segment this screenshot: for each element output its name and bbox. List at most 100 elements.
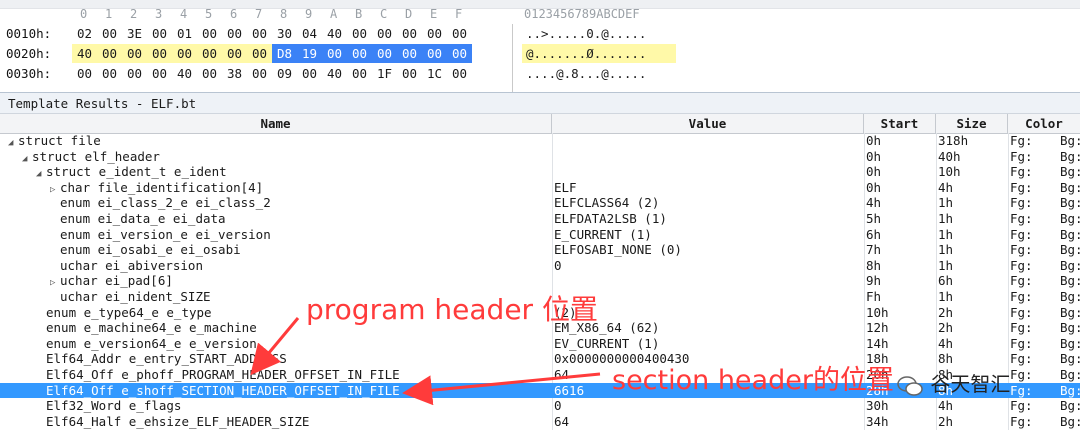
field-bg-color[interactable]: Bg: [1058,320,1080,336]
hex-byte[interactable]: 00 [222,24,247,43]
field-fg-color[interactable]: Fg: [1008,289,1058,305]
hex-byte[interactable]: 02 [72,24,97,43]
hex-bytes[interactable]: 02 00 3E 00 01 00 00 00 30 04 40 00 00 00 00 00 [72,24,472,43]
field-fg-color[interactable]: Fg: [1008,414,1058,430]
template-row[interactable]: enum ei_version_e ei_version E_CURRENT (1… [0,227,1080,243]
hex-byte[interactable]: 00 [447,64,472,83]
template-row[interactable]: Elf64_Addr e_entry_START_ADDRESS 0x000000… [0,351,1080,367]
hex-byte[interactable]: 00 [347,64,372,83]
hex-byte[interactable]: 40 [72,44,97,63]
field-bg-color[interactable]: Bg: [1058,242,1080,258]
hex-byte[interactable]: 00 [397,24,422,43]
hex-byte[interactable]: 00 [247,44,272,63]
field-bg-color[interactable]: Bg: [1058,164,1080,180]
field-fg-color[interactable]: Fg: [1008,227,1058,243]
hex-byte[interactable]: 00 [247,24,272,43]
field-bg-color[interactable]: Bg: [1058,133,1080,149]
hex-byte[interactable]: 00 [447,44,472,63]
hex-byte[interactable]: 1C [422,64,447,83]
field-bg-color[interactable]: Bg: [1058,414,1080,430]
hex-ascii[interactable]: ..>.....0.@..... [522,24,676,43]
hex-byte[interactable]: 00 [147,64,172,83]
hex-byte[interactable]: 00 [422,24,447,43]
hex-byte[interactable]: 1F [372,64,397,83]
field-bg-color[interactable]: Bg: [1058,289,1080,305]
expanded-arrow-icon[interactable]: ◢ [36,167,46,180]
field-fg-color[interactable]: Fg: [1008,305,1058,321]
hex-byte[interactable]: 00 [172,44,197,63]
template-row[interactable]: enum ei_data_e ei_data ELFDATA2LSB (1) 5h 1… [0,211,1080,227]
hex-byte[interactable]: 3E [122,24,147,43]
field-fg-color[interactable]: Fg: [1008,398,1058,414]
template-row[interactable]: Elf64_Half e_ehsize_ELF_HEADER_SIZE 64 34h… [0,414,1080,430]
field-fg-color[interactable]: Fg: [1008,320,1058,336]
hex-byte[interactable]: 00 [97,44,122,63]
hex-byte[interactable]: 00 [322,44,347,63]
hex-byte[interactable]: 00 [97,24,122,43]
hex-byte[interactable]: 00 [122,64,147,83]
field-fg-color[interactable]: Fg: [1008,149,1058,165]
hex-byte[interactable]: 00 [247,64,272,83]
field-bg-color[interactable]: Bg: [1058,180,1080,196]
hex-byte[interactable]: 00 [122,44,147,63]
column-header-color[interactable]: Color [1008,114,1080,133]
hex-byte[interactable]: 00 [347,44,372,63]
hex-byte[interactable]: 00 [222,44,247,63]
hex-byte[interactable]: 30 [272,24,297,43]
field-bg-color[interactable]: Bg: [1058,258,1080,274]
template-row[interactable]: ◢struct file 0h 318h Fg:Bg: [0,133,1080,149]
hex-byte[interactable]: D8 [272,44,297,63]
hex-bytes[interactable]: 00 00 00 00 40 00 38 00 09 00 40 00 1F 00 1C 00 [72,64,472,83]
hex-ascii[interactable]: @.......Ø....... [522,44,676,63]
collapsed-arrow-icon[interactable]: ▷ [50,276,60,289]
column-header-size[interactable]: Size [936,114,1008,133]
hex-byte[interactable]: 00 [297,64,322,83]
hex-byte[interactable]: 00 [397,64,422,83]
hex-ascii[interactable]: ....@.8...@..... [522,64,676,83]
field-fg-color[interactable]: Fg: [1008,242,1058,258]
field-fg-color[interactable]: Fg: [1008,336,1058,352]
template-row[interactable]: ◢struct elf_header 0h 40h Fg:Bg: [0,149,1080,165]
hex-byte[interactable]: 00 [147,44,172,63]
hex-byte[interactable]: 00 [422,44,447,63]
hex-byte[interactable]: 40 [172,64,197,83]
hex-byte[interactable]: 40 [322,64,347,83]
hex-byte[interactable]: 00 [372,24,397,43]
hex-byte[interactable]: 00 [372,44,397,63]
hex-byte[interactable]: 00 [347,24,372,43]
field-bg-color[interactable]: Bg: [1058,273,1080,289]
collapsed-arrow-icon[interactable]: ▷ [50,183,60,196]
hex-byte[interactable]: 38 [222,64,247,83]
template-row[interactable]: ◢struct e_ident_t e_ident 0h 10h Fg:Bg: [0,164,1080,180]
template-row[interactable]: enum e_version64_e e_version EV_CURRENT (… [0,336,1080,352]
field-fg-color[interactable]: Fg: [1008,351,1058,367]
template-row[interactable]: Elf32_Word e_flags 0 30h 4h Fg:Bg: [0,398,1080,414]
hex-byte[interactable]: 00 [147,24,172,43]
hex-byte[interactable]: 40 [322,24,347,43]
field-fg-color[interactable]: Fg: [1008,273,1058,289]
hex-byte[interactable]: 00 [197,64,222,83]
template-row[interactable]: ▷ char file_identification[4] ELF 0h 4h Fg: Bg… [0,180,1080,196]
field-fg-color[interactable]: Fg: [1008,133,1058,149]
template-row[interactable]: uchar ei_abiversion 0 8h 1h Fg:Bg: [0,258,1080,274]
hex-byte[interactable]: 00 [197,24,222,43]
hex-byte[interactable]: 00 [397,44,422,63]
expanded-arrow-icon[interactable]: ◢ [8,136,18,149]
expanded-arrow-icon[interactable]: ◢ [22,152,32,165]
field-fg-color[interactable]: Fg: [1008,195,1058,211]
hex-bytes[interactable]: 40 00 00 00 00 00 00 00 D8 19 00 00 00 00 00 00 [72,44,472,63]
column-header-start[interactable]: Start [864,114,936,133]
template-row[interactable]: ▷uchar ei_pad[6] 9h 6h Fg:Bg: [0,273,1080,289]
template-row[interactable]: enum ei_osabi_e ei_osabi ELFOSABI_NONE (0… [0,242,1080,258]
field-bg-color[interactable]: Bg: [1058,336,1080,352]
hex-byte[interactable]: 09 [272,64,297,83]
hex-byte[interactable]: 01 [172,24,197,43]
field-bg-color[interactable]: Bg: [1058,305,1080,321]
field-bg-color[interactable]: Bg: [1058,398,1080,414]
field-bg-color[interactable]: Bg: [1058,227,1080,243]
hex-byte[interactable]: 00 [197,44,222,63]
column-header-name[interactable]: Name [0,114,552,133]
hex-byte[interactable]: 00 [72,64,97,83]
hex-byte[interactable]: 04 [297,24,322,43]
field-bg-color[interactable]: Bg: [1058,211,1080,227]
